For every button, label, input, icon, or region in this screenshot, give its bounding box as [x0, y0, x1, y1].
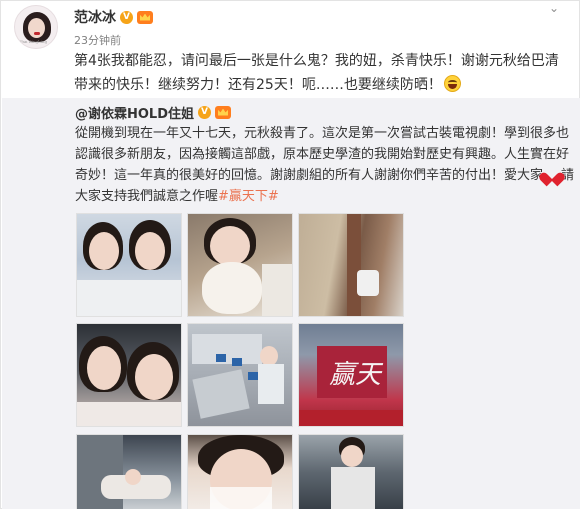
- photo-7[interactable]: [76, 434, 182, 509]
- red-heart-icon: [544, 167, 560, 181]
- photo-1[interactable]: [76, 213, 182, 317]
- photo-face: [125, 469, 141, 485]
- photo-3[interactable]: [298, 213, 404, 317]
- post-body: 第4张我都能忍，请问最后一张是什么鬼？我的妞，杀青快乐！谢谢元秋给巴清带来的快乐…: [74, 49, 564, 97]
- photo-face: [260, 346, 278, 366]
- chevron-down-icon[interactable]: ⌄: [547, 2, 561, 14]
- photo-face: [89, 232, 119, 270]
- photo-dog: [202, 262, 262, 314]
- verified-v-icon: V: [120, 10, 133, 24]
- photo-red-carpet: [299, 410, 403, 426]
- photo-costume: [262, 264, 292, 316]
- laughing-tears-emoji-icon: [443, 75, 461, 92]
- photo-costume: [77, 280, 181, 316]
- photo-9[interactable]: [298, 434, 404, 509]
- photo-table: [192, 334, 262, 364]
- author-avatar[interactable]: Fan Bingbing: [14, 5, 58, 49]
- photo-tile: [216, 354, 226, 362]
- photo-costume: [258, 364, 284, 404]
- photo-bag: [357, 270, 379, 296]
- photo-5[interactable]: [187, 323, 293, 427]
- photo-board: [192, 369, 250, 419]
- photo-face: [210, 226, 250, 266]
- repost-author-link[interactable]: @谢依霖HOLD住姐: [75, 103, 194, 122]
- photo-face: [135, 232, 165, 270]
- photo-face-cover: [210, 487, 272, 509]
- photo-6[interactable]: 赢天: [298, 323, 404, 427]
- repost-body: 從開機到現在一年又十七天，元秋殺青了。這次是第一次嘗試古裝電視劇！學到很多也認識…: [75, 123, 575, 207]
- photo-pillar: [347, 214, 361, 316]
- photo-face: [135, 354, 173, 400]
- photo-2[interactable]: [187, 213, 293, 317]
- post-timestamp[interactable]: 23分钟前: [74, 32, 121, 48]
- photo-4[interactable]: [76, 323, 182, 427]
- photo-8[interactable]: [187, 434, 293, 509]
- photo-tile: [248, 372, 258, 380]
- photo-face: [87, 346, 121, 390]
- author-name[interactable]: 范冰冰: [74, 7, 116, 27]
- photo-tile: [232, 358, 242, 366]
- topic-link[interactable]: #贏天下#: [218, 189, 279, 204]
- weibo-post-card: Fan Bingbing 范冰冰 V 23分钟前 ⌄ 第4张我都能忍，请问最后一…: [0, 0, 580, 509]
- avatar-lips: [34, 32, 40, 35]
- photo-stage-sign: 赢天: [329, 360, 382, 390]
- photo-costume: [331, 467, 375, 509]
- verified-v-icon: V: [198, 105, 212, 119]
- vip-crown-icon[interactable]: [215, 105, 232, 119]
- avatar-signature: Fan Bingbing: [20, 39, 48, 44]
- repost-header: @谢依霖HOLD住姐 V: [75, 103, 232, 122]
- photo-costume: [77, 402, 181, 426]
- post-text: 第4张我都能忍，请问最后一张是什么鬼？我的妞，杀青快乐！谢谢元秋给巴清带来的快乐…: [74, 53, 559, 93]
- photo-face: [341, 445, 363, 467]
- vip-crown-icon[interactable]: [137, 10, 153, 24]
- repost-text-part1: 從開機到現在一年又十七天，元秋殺青了。這次是第一次嘗試古裝電視劇！學到很多也認識…: [75, 126, 570, 183]
- author-name-row: 范冰冰 V: [74, 7, 153, 27]
- avatar-face: [28, 18, 45, 38]
